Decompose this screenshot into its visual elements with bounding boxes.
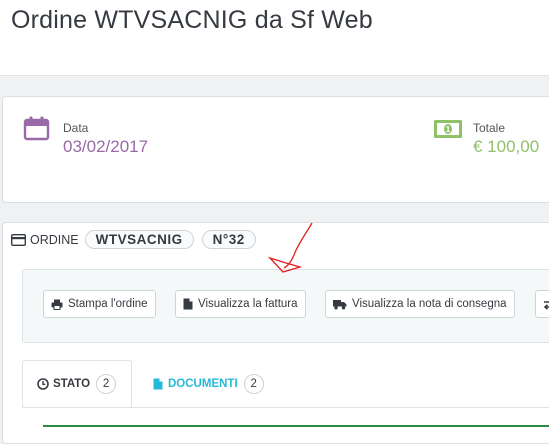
tab-documenti-label: DOCUMENTI [168,378,238,390]
view-invoice-button[interactable]: Visualizza la fattura [175,290,306,318]
tab-stato-label-group[interactable]: STATO 2 [37,374,117,394]
printer-icon [51,299,63,310]
credit-card-icon [11,233,26,246]
print-order-label: Stampa l'ordine [68,298,148,310]
order-reference-badge: WTVSACNIG [84,230,194,249]
page-header: Ordine WTVSACNIG da Sf Web [0,0,549,76]
money-icon: 1 [434,120,462,138]
exchange-button[interactable] [535,290,549,318]
calendar-icon [23,116,50,141]
order-heading: ORDINE WTVSACNIG N°32 [11,230,264,249]
tab-documenti[interactable]: DOCUMENTI 2 [153,374,264,394]
view-delivery-note-label: Visualizza la nota di consegna [352,298,507,310]
file-icon [183,298,193,310]
order-summary-panel: Data 03/02/2017 1 Totale € 100,00 [2,96,549,203]
truck-icon [333,299,347,309]
date-label: Data [63,121,89,135]
status-progress-bar [43,425,549,427]
order-label: ORDINE [30,232,79,247]
view-delivery-note-button[interactable]: Visualizza la nota di consegna [325,290,515,318]
date-value: 03/02/2017 [63,137,149,156]
tabs-divider [22,407,549,408]
order-panel: ORDINE WTVSACNIG N°32 Stampa l'ordine Vi… [2,222,549,444]
clock-icon [37,378,49,390]
tab-stato-label: STATO [53,378,91,390]
print-order-button[interactable]: Stampa l'ordine [43,290,156,318]
page-title: Ordine WTVSACNIG da Sf Web [11,6,373,34]
svg-text:1: 1 [446,125,451,134]
tab-stato-count: 2 [96,374,117,394]
exchange-icon [543,300,549,310]
order-number-badge: N°32 [201,230,256,249]
total-label: Totale [473,121,506,135]
tab-documenti-count: 2 [243,374,264,394]
file-icon [153,378,163,390]
total-value: € 100,00 [473,137,540,156]
view-invoice-label: Visualizza la fattura [198,298,298,310]
order-actions-bar: Stampa l'ordine Visualizza la fattura Vi… [22,269,549,343]
